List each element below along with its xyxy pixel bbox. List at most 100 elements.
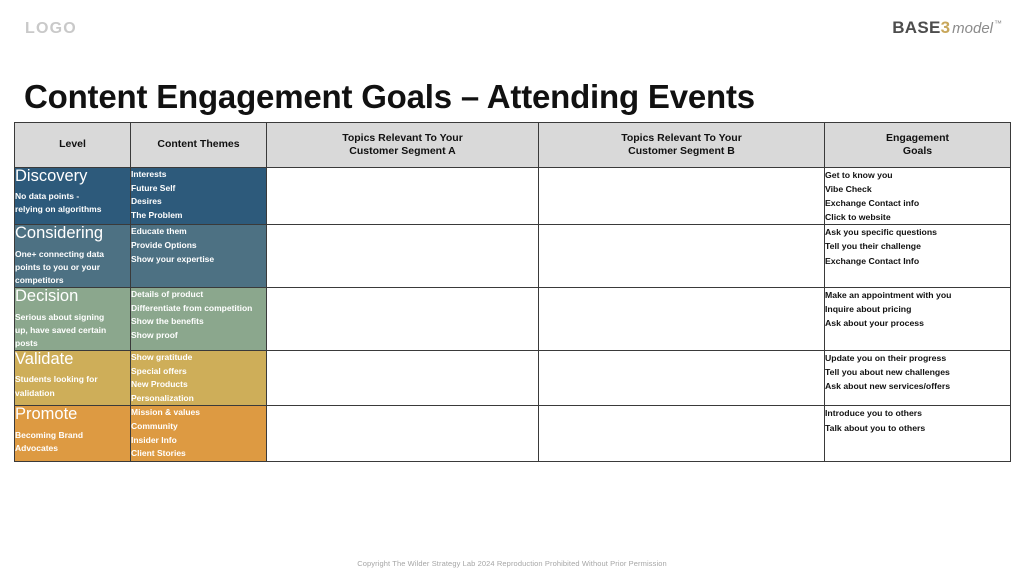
column-header-level: Level bbox=[14, 122, 131, 168]
goal-item: Vibe Check bbox=[825, 184, 872, 195]
segment-a-cell-promote[interactable] bbox=[266, 405, 539, 462]
theme-item: New Products bbox=[131, 379, 188, 390]
goal-item: Ask about your process bbox=[825, 318, 924, 329]
column-header-engagement-goals-line1: Engagement bbox=[885, 131, 949, 144]
level-desc-considering-line1: One+ connecting data bbox=[15, 248, 105, 259]
goal-item: Make an appointment with you bbox=[825, 290, 952, 301]
level-cell-discovery: Discovery No data points - relying on al… bbox=[14, 166, 131, 226]
themes-cell-discovery: Interests Future Self Desires The Proble… bbox=[130, 166, 267, 226]
goals-cell-discovery: Get to know you Vibe Check Exchange Cont… bbox=[824, 166, 1011, 226]
segment-b-cell-promote[interactable] bbox=[538, 405, 825, 462]
logo-placeholder: LOGO bbox=[25, 20, 77, 37]
theme-item: Interests bbox=[131, 169, 167, 179]
column-header-engagement-goals-line2: Goals bbox=[902, 145, 933, 157]
theme-item: Mission & values bbox=[131, 407, 200, 418]
brand-three-text: 3 bbox=[940, 18, 951, 37]
table-row-decision: Decision Serious about signing up, have … bbox=[14, 287, 1011, 352]
level-desc-validate-line2: validation bbox=[15, 387, 55, 398]
table-row-validate: Validate Students looking for validation… bbox=[14, 350, 1011, 407]
theme-item: Provide Options bbox=[131, 239, 197, 250]
level-name-discovery: Discovery bbox=[15, 167, 88, 185]
level-desc-validate: Students looking for validation bbox=[15, 373, 130, 399]
theme-item: Show your expertise bbox=[131, 253, 215, 264]
column-header-level-label: Level bbox=[59, 138, 86, 151]
goals-cell-considering: Ask you specific questions Tell you thei… bbox=[824, 224, 1011, 289]
engagement-goals-table: Level Content Themes Topics Relevant To … bbox=[14, 122, 1011, 462]
segment-b-cell-considering[interactable] bbox=[538, 224, 825, 289]
segment-b-cell-decision[interactable] bbox=[538, 287, 825, 352]
level-desc-considering: One+ connecting data points to you or yo… bbox=[15, 248, 130, 288]
goal-item: Get to know you bbox=[825, 170, 893, 180]
level-cell-promote: Promote Becoming Brand Advocates bbox=[14, 405, 131, 462]
goal-item: Exchange Contact info bbox=[825, 198, 920, 209]
level-cell-considering: Considering One+ connecting data points … bbox=[14, 224, 131, 289]
level-desc-promote-line1: Becoming Brand bbox=[15, 429, 84, 440]
goal-item: Update you on their progress bbox=[825, 353, 947, 364]
theme-item: Show the benefits bbox=[131, 316, 204, 327]
goal-item: Introduce you to others bbox=[825, 408, 923, 419]
column-header-content-themes: Content Themes bbox=[130, 122, 267, 168]
brand-logo: BASE3 model™ bbox=[892, 19, 1002, 36]
column-header-segment-b-line1: Topics Relevant To Your bbox=[621, 131, 742, 144]
table-header: Level Content Themes Topics Relevant To … bbox=[14, 122, 1011, 168]
goals-cell-validate: Update you on their progress Tell you ab… bbox=[824, 350, 1011, 407]
theme-item: Client Stories bbox=[131, 448, 186, 459]
level-name-promote: Promote bbox=[15, 405, 78, 424]
level-desc-considering-line3: competitors bbox=[15, 275, 64, 286]
column-header-engagement-goals: Engagement Goals bbox=[824, 122, 1011, 168]
table-header-row: Level Content Themes Topics Relevant To … bbox=[14, 122, 1011, 168]
goal-item: Tell you their challenge bbox=[825, 241, 921, 252]
theme-item: Differentiate from competition bbox=[131, 302, 253, 313]
segment-a-cell-considering[interactable] bbox=[266, 224, 539, 289]
level-desc-decision: Serious about signing up, have saved cer… bbox=[15, 311, 130, 351]
column-header-segment-a: Topics Relevant To Your Customer Segment… bbox=[266, 122, 539, 168]
themes-cell-validate: Show gratitude Special offers New Produc… bbox=[130, 350, 267, 407]
table-row-promote: Promote Becoming Brand Advocates Mission… bbox=[14, 405, 1011, 462]
goal-item: Inquire about pricing bbox=[825, 304, 912, 315]
theme-item: Personalization bbox=[131, 392, 194, 403]
level-name-decision: Decision bbox=[15, 287, 79, 306]
goal-item: Ask about new services/offers bbox=[825, 381, 951, 392]
theme-item: The Problem bbox=[131, 209, 183, 220]
theme-item: Community bbox=[131, 421, 178, 431]
theme-item: Details of product bbox=[131, 289, 204, 300]
brand-model-text: model bbox=[952, 20, 993, 37]
theme-item: Show proof bbox=[131, 329, 178, 340]
column-header-segment-a-line2: Customer Segment A bbox=[349, 145, 456, 157]
level-cell-decision: Decision Serious about signing up, have … bbox=[14, 287, 131, 352]
segment-b-cell-validate[interactable] bbox=[538, 350, 825, 407]
segment-a-cell-decision[interactable] bbox=[266, 287, 539, 352]
level-desc-promote-line2: Advocates bbox=[15, 442, 58, 453]
level-desc-validate-line1: Students looking for bbox=[15, 374, 98, 385]
table-body: Discovery No data points - relying on al… bbox=[14, 166, 1011, 462]
themes-cell-considering: Educate them Provide Options Show your e… bbox=[130, 224, 267, 289]
trademark-icon: ™ bbox=[994, 19, 1002, 29]
table-row-discovery: Discovery No data points - relying on al… bbox=[14, 166, 1011, 226]
level-desc-discovery-line1: No data points - bbox=[15, 191, 80, 202]
segment-b-cell-discovery[interactable] bbox=[538, 166, 825, 226]
level-desc-discovery: No data points - relying on algorithms bbox=[15, 190, 130, 216]
themes-cell-promote: Mission & values Community Insider Info … bbox=[130, 405, 267, 462]
theme-item: Special offers bbox=[131, 365, 187, 376]
column-header-segment-a-line1: Topics Relevant To Your bbox=[342, 131, 463, 144]
level-desc-decision-line3: posts bbox=[15, 337, 38, 348]
goal-item: Ask you specific questions bbox=[825, 227, 938, 238]
brand-base-text: BASE bbox=[892, 18, 941, 37]
footer-copyright: Copyright The Wilder Strategy Lab 2024 R… bbox=[357, 559, 667, 568]
table-row-considering: Considering One+ connecting data points … bbox=[14, 224, 1011, 289]
column-header-segment-b-line2: Customer Segment B bbox=[628, 145, 735, 157]
goal-item: Exchange Contact Info bbox=[825, 255, 920, 266]
theme-item: Show gratitude bbox=[131, 352, 193, 363]
segment-a-cell-discovery[interactable] bbox=[266, 166, 539, 226]
page-title: Content Engagement Goals – Attending Eve… bbox=[24, 78, 755, 116]
goal-item: Talk about you to others bbox=[825, 422, 926, 433]
themes-cell-decision: Details of product Differentiate from co… bbox=[130, 287, 267, 352]
goal-item: Tell you about new challenges bbox=[825, 367, 950, 378]
level-desc-considering-line2: points to you or your bbox=[15, 261, 100, 272]
level-name-considering: Considering bbox=[15, 224, 104, 243]
segment-a-cell-validate[interactable] bbox=[266, 350, 539, 407]
theme-item: Future Self bbox=[131, 182, 176, 193]
goals-cell-promote: Introduce you to others Talk about you t… bbox=[824, 405, 1011, 462]
goal-item: Click to website bbox=[825, 212, 891, 223]
theme-item: Desires bbox=[131, 196, 162, 207]
